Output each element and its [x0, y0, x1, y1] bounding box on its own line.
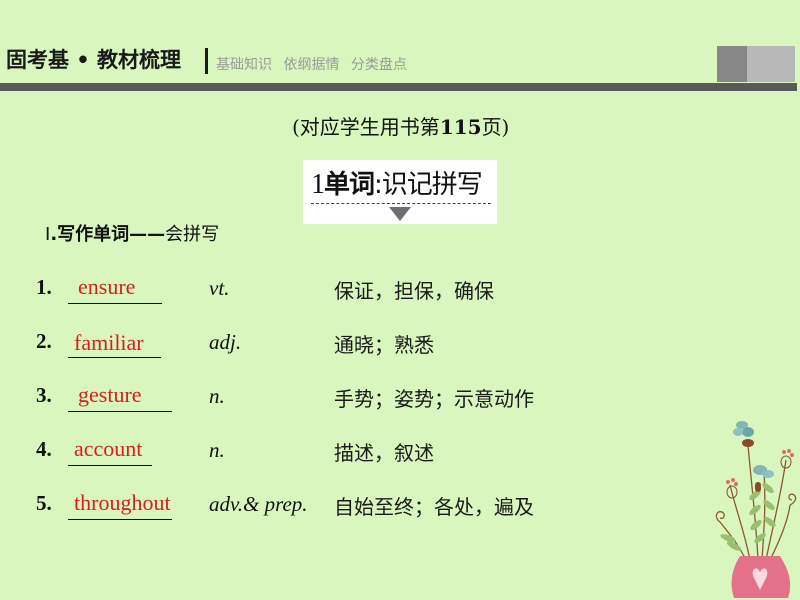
- header-bar: [0, 83, 797, 91]
- answer-blank: familiar: [68, 329, 161, 358]
- section-number: 1: [311, 169, 325, 200]
- answer-blank: account: [68, 436, 152, 466]
- header-subtitle: 分类盘点: [350, 57, 407, 73]
- answer-blank: throughout: [68, 490, 172, 520]
- part-of-speech: adv.& prep.: [209, 492, 308, 516]
- subheading-bold: .写作单词——: [50, 224, 166, 245]
- word-meaning: 自始至终；各处，遍及: [334, 495, 534, 519]
- word-item: 3. gesture n. 手势；姿势；示意动作: [0, 382, 800, 423]
- leaves-icon: [720, 482, 776, 551]
- part-of-speech: vt.: [209, 276, 230, 300]
- word-answer: account: [74, 436, 143, 461]
- word-index: 4.: [36, 437, 52, 461]
- slide-header: 固考基 • 教材梳理 基础知识 依纲据情 分类盘点: [0, 44, 800, 91]
- subheading-text: 会拼写: [165, 224, 220, 245]
- answer-blank: gesture: [68, 382, 172, 412]
- answer-blank: ensure: [68, 274, 162, 304]
- word-item: 4. account n. 描述，叙述: [0, 436, 800, 477]
- word-index: 3.: [36, 383, 52, 407]
- word-item: 1. ensure vt. 保证，担保，确保: [0, 274, 800, 315]
- header-decor-block-dark: [717, 46, 747, 82]
- word-answer: familiar: [74, 330, 144, 355]
- section-label: 识记拼写: [381, 170, 483, 200]
- word-meaning: 手势；姿势；示意动作: [334, 387, 534, 411]
- header-separator: [205, 48, 208, 74]
- flower-vase-illustration: [715, 421, 797, 598]
- word-index: 5.: [36, 491, 52, 515]
- word-index: 1.: [36, 275, 52, 299]
- header-title: 固考基 • 教材梳理: [6, 48, 182, 72]
- flower-heads-icon: [726, 421, 794, 499]
- header-decor-block-light: [747, 46, 795, 82]
- word-answer: throughout: [74, 490, 171, 515]
- section-bold-label: 单词: [324, 170, 375, 200]
- header-subtitles: 基础知识 依纲据情 分类盘点: [216, 54, 414, 74]
- part-of-speech: n.: [209, 438, 225, 462]
- header-subtitle: 基础知识: [216, 57, 272, 73]
- word-meaning: 描述，叙述: [334, 441, 434, 465]
- triangle-down-icon: [389, 207, 411, 221]
- word-meaning: 通晓；熟悉: [334, 333, 434, 357]
- word-answer: gesture: [78, 382, 142, 407]
- word-item: 5. throughout adv.& prep. 自始至终；各处，遍及: [0, 490, 800, 531]
- word-answer: ensure: [78, 274, 136, 299]
- header-subtitle: 依纲据情: [283, 57, 340, 73]
- page-reference: (对应学生用书第115页): [292, 111, 509, 140]
- section-separator: :: [374, 170, 383, 200]
- page-reference-number: 115: [439, 115, 482, 139]
- section-title-box: 1单词:识记拼写: [303, 160, 497, 224]
- word-item: 2. familiar adj. 通晓；熟悉: [0, 329, 800, 369]
- subheading: Ⅰ.写作单词——会拼写: [45, 220, 219, 246]
- section-title: 1单词:识记拼写: [311, 164, 483, 201]
- page-reference-suffix: 页): [481, 115, 510, 139]
- dashed-divider: [311, 203, 491, 204]
- part-of-speech: adj.: [209, 330, 242, 354]
- word-index: 2.: [36, 329, 52, 353]
- word-meaning: 保证，担保，确保: [334, 279, 494, 303]
- page-reference-prefix: (对应学生用书第: [292, 115, 440, 139]
- vase-icon: [731, 556, 791, 598]
- part-of-speech: n.: [209, 384, 225, 408]
